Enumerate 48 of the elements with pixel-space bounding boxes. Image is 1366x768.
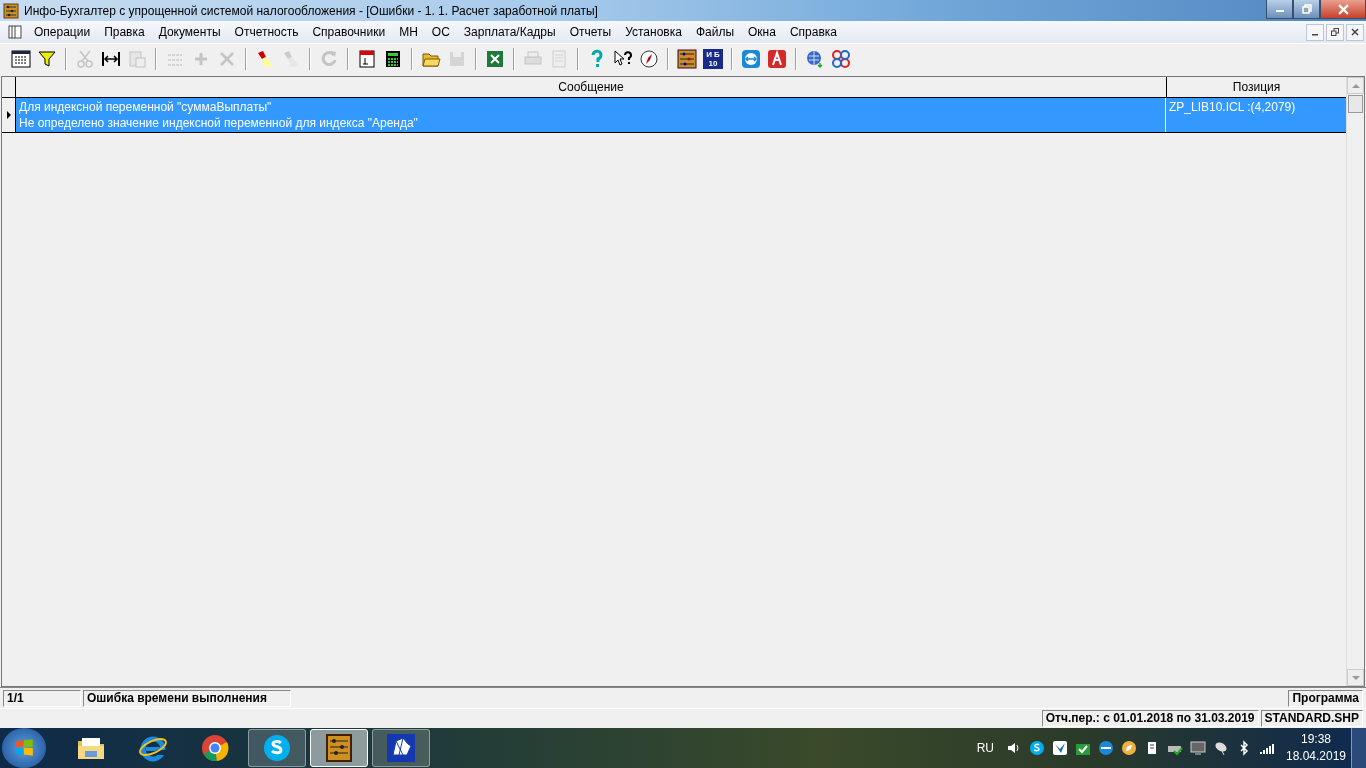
close-button[interactable]: [1320, 0, 1366, 19]
document-icon[interactable]: [8, 25, 22, 39]
close-icon: [1351, 28, 1359, 36]
skype-icon[interactable]: [1029, 740, 1045, 756]
mode-label: Программа: [1288, 689, 1363, 707]
abacus-icon: [3, 2, 19, 19]
menu-item[interactable]: Операции: [28, 25, 99, 39]
restore-button[interactable]: [1293, 0, 1320, 19]
menu-item[interactable]: МН: [393, 25, 426, 39]
close-icon: [1337, 3, 1349, 15]
menu-item[interactable]: Отчетность: [228, 25, 307, 39]
menu-item[interactable]: Отчеты: [563, 25, 620, 39]
speaker-icon[interactable]: [1006, 740, 1022, 756]
status-message: Ошибка времени выполнения: [83, 689, 291, 707]
menu-item[interactable]: Правка: [98, 25, 153, 39]
menu-item[interactable]: ОС: [425, 25, 458, 39]
restore-icon: [1301, 4, 1312, 14]
menu-item[interactable]: Файлы: [689, 25, 742, 39]
menu-item[interactable]: Справка: [783, 25, 845, 39]
abacus-icon[interactable]: [674, 46, 700, 72]
menu-item[interactable]: Документы: [152, 25, 229, 39]
table-cell-text: ZP_LIB10.ICL :(4,2079): [1168, 99, 1297, 116]
scroll-thumb[interactable]: [1348, 95, 1363, 113]
language-indicator[interactable]: RU: [976, 741, 994, 755]
menu-item[interactable]: Справочники: [306, 25, 394, 39]
origami-app-icon[interactable]: [372, 729, 430, 767]
menu-item[interactable]: Окна: [742, 25, 784, 39]
skype-app-icon[interactable]: [248, 729, 306, 767]
remote-icon[interactable]: [1098, 740, 1114, 756]
clock[interactable]: 19:38 18.04.2019: [1281, 731, 1351, 765]
menu-item[interactable]: Зарплата/Кадры: [457, 25, 564, 39]
monitor-icon[interactable]: [1190, 740, 1206, 756]
table-cell: Для индексной переменной "суммаВыплаты" Не определено значение индексной переменной для индекса "Аренда": [16, 98, 1166, 132]
badge-button[interactable]: И Б 10: [700, 46, 726, 72]
leaf-icon[interactable]: [1121, 740, 1137, 756]
minimize-button[interactable]: [1266, 0, 1293, 19]
period-label: Отч.пер.: с 01.01.2018 по 31.03.2019: [1041, 710, 1259, 727]
record-counter: 1/1: [3, 689, 81, 707]
restore-icon: [1331, 28, 1339, 36]
window-title: Инфо-Бухгалтер с упрощенной системой налогообложения - [Ошибки - 1. 1. Расчет заработной платы]: [24, 3, 598, 18]
vertical-scrollbar[interactable]: [1346, 77, 1364, 686]
abacus-app-icon[interactable]: [310, 729, 368, 767]
show-desktop-button[interactable]: [1351, 728, 1366, 768]
menu-item[interactable]: Установка: [619, 25, 690, 39]
row-indicator-icon: [6, 111, 11, 119]
four-squares-logo-icon: [13, 737, 35, 759]
start-button[interactable]: [2, 728, 46, 768]
file-label: STANDARD.SHP: [1260, 710, 1363, 727]
